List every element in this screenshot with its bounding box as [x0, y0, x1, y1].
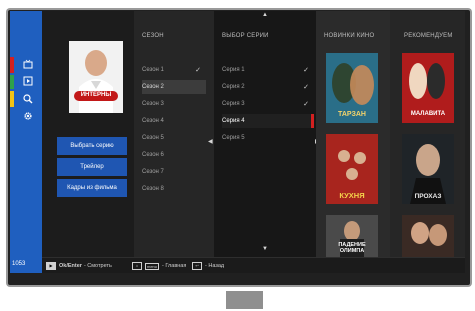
recommended-title-2: ПРОХАЗ [414, 193, 442, 200]
episode-header: ВЫБОР СЕРИИ [222, 33, 269, 39]
stills-button[interactable]: Кадры из фильма [57, 179, 127, 197]
check-icon: ✓ [303, 84, 309, 91]
hint-back-label: - Назад [205, 263, 225, 269]
season-item[interactable]: Сезон 7 [142, 165, 206, 179]
recommended-poster-2[interactable]: ПРОХАЗ [402, 134, 454, 204]
rail-strip-yellow [10, 91, 14, 107]
season-item[interactable]: Сезон 5 [142, 131, 206, 145]
new-movie-title-3: ПАДЕНИЕ ОЛИМПА [338, 242, 366, 254]
hint-watch-label: - Смотреть [83, 263, 112, 269]
choose-series-button[interactable]: Выбрать серию [57, 137, 127, 155]
check-icon: ✓ [303, 101, 309, 108]
nav-left-arrow[interactable]: ◀ [208, 138, 213, 145]
trailer-button[interactable]: Трейлер [57, 158, 127, 176]
episode-item[interactable]: Серия 3 ✓ [222, 97, 314, 111]
episode-item-label: Серия 1 [222, 67, 245, 73]
movie-info-panel: ИНТЕРНЫ Выбрать серию Трейлер Кадры из ф… [42, 11, 134, 273]
episode-item-label: Серия 3 [222, 101, 245, 107]
poster-art [69, 41, 123, 113]
episode-item-label: Серия 5 [222, 135, 245, 141]
season-item-label: Сезон 1 [142, 67, 164, 73]
home-key-icon: ⌂ [132, 262, 142, 270]
channel-count: 1053 [12, 261, 26, 267]
episode-item-label: Серия 2 [222, 84, 245, 90]
recommended-poster-3[interactable] [402, 215, 454, 261]
rail-strip-green [10, 75, 14, 89]
season-header: СЕЗОН [142, 33, 164, 39]
season-item-label: Сезон 2 [142, 84, 164, 90]
season-item-label: Сезон 6 [142, 152, 164, 158]
scroll-down-arrow[interactable]: ▼ [262, 246, 268, 252]
tv-stand [226, 291, 263, 309]
episode-item-label: Серия 4 [222, 118, 245, 124]
season-item[interactable]: Сезон 1 ✓ [142, 63, 206, 77]
hint-home-label: - Главная [162, 263, 187, 269]
check-icon: ✓ [303, 67, 309, 74]
new-movie-poster-2[interactable]: КУХНЯ [326, 134, 378, 204]
new-movie-title-2: КУХНЯ [339, 191, 365, 200]
poster-title: ИНТЕРНЫ [80, 92, 112, 98]
movie-poster: ИНТЕРНЫ [69, 41, 123, 113]
search-icon[interactable] [23, 94, 33, 104]
new-movie-title-1: ТАРЗАН [338, 111, 366, 118]
recommended-poster-1[interactable]: МАЛАВИТА [402, 53, 454, 123]
play-square-icon[interactable] [23, 76, 33, 86]
bottom-hint-bar: ▶ Ok/Enter - Смотреть ⌂ menu - Главная ↩… [42, 257, 465, 273]
hint-home: ⌂ menu - Главная [132, 262, 186, 270]
rail-strip-red [10, 57, 14, 73]
hint-ok-label: Ok/Enter [59, 263, 82, 269]
hint-ok: ▶ Ok/Enter - Смотреть [46, 262, 112, 270]
episode-list: ▲ ВЫБОР СЕРИИ Серия 1 ✓ Серия 2 ✓ Серия 3 ✓ Се… [214, 11, 316, 273]
hint-menu-key: menu [145, 262, 160, 270]
episode-item[interactable]: Серия 5 [222, 131, 314, 145]
episode-item[interactable]: Серия 2 ✓ [222, 80, 314, 94]
tv-icon[interactable] [23, 59, 33, 69]
season-item-label: Сезон 5 [142, 135, 164, 141]
season-item-label: Сезон 8 [142, 186, 164, 192]
season-item-label: Сезон 7 [142, 169, 164, 175]
episode-item[interactable]: Серия 1 ✓ [222, 63, 314, 77]
left-rail: 1053 [10, 11, 42, 273]
season-item[interactable]: Сезон 2 [142, 80, 206, 94]
new-movies-header: НОВИНКИ КИНО [324, 33, 375, 39]
season-item-label: Сезон 4 [142, 118, 164, 124]
episode-item[interactable]: Серия 4 [222, 114, 314, 128]
ok-key-icon: ▶ [46, 262, 56, 270]
recommended-title-1: МАЛАВИТА [410, 111, 446, 117]
active-marker [311, 114, 314, 128]
recommended-header: РЕКОМЕНДУЕМ [404, 33, 453, 39]
season-list: СЕЗОН Сезон 1 ✓ Сезон 2 Сезон 3 Сезон 4 Сезон… [134, 11, 214, 273]
gear-icon[interactable] [23, 111, 33, 121]
new-movie-poster-1[interactable]: ТАРЗАН [326, 53, 378, 123]
hint-back: ↩ - Назад [192, 262, 224, 270]
season-item[interactable]: Сезон 8 [142, 182, 206, 196]
season-item[interactable]: Сезон 3 [142, 97, 206, 111]
season-item[interactable]: Сезон 6 [142, 148, 206, 162]
tv-screen: 1053 ИНТЕРНЫ Выбрать серию Трейлер Кадры… [10, 11, 465, 273]
recommended-column: РЕКОМЕНДУЕМ МАЛАВИТА ПРОХАЗ [390, 11, 465, 273]
back-key-icon: ↩ [192, 262, 202, 270]
check-icon: ✓ [195, 67, 201, 74]
new-movies-column: НОВИНКИ КИНО ТАРЗАН КУХНЯ ПАДЕНИЕ ОЛИМПА [316, 11, 390, 273]
scroll-up-arrow[interactable]: ▲ [262, 12, 268, 18]
season-item[interactable]: Сезон 4 [142, 114, 206, 128]
season-item-label: Сезон 3 [142, 101, 164, 107]
